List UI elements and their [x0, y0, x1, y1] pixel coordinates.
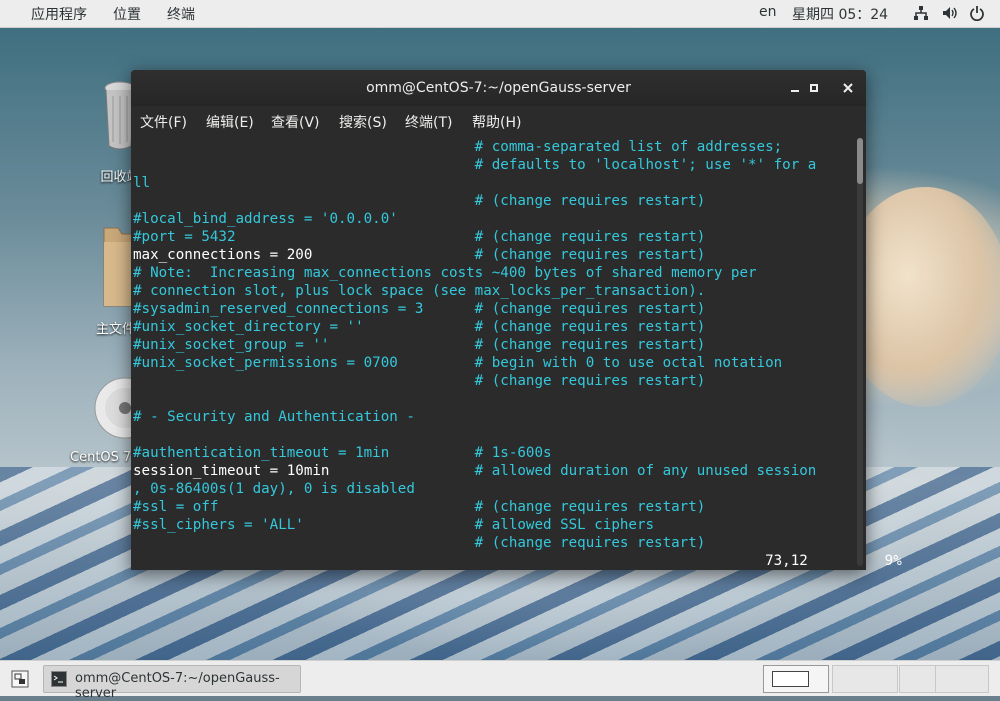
bottom-taskbar: omm@CentOS-7:~/openGauss-server: [0, 660, 1000, 701]
terminal-setting-text: session_timeout = 10min: [133, 463, 330, 479]
close-icon[interactable]: [840, 80, 856, 96]
terminal-line: max_connections = 200 # (change requires…: [133, 246, 705, 264]
terminal-line: # comma-separated list of addresses;: [133, 138, 783, 156]
terminal-line: #port = 5432 # (change requires restart): [133, 228, 705, 246]
menu-terminal[interactable]: 终端(T): [405, 112, 452, 132]
terminal-comment-text: #local_bind_address = '0.0.0.0': [133, 211, 398, 227]
terminal-line: #unix_socket_directory = '' # (change re…: [133, 318, 705, 336]
workspace-4[interactable]: [935, 665, 989, 693]
terminal-comment-text: # connection slot, plus lock space (see …: [133, 283, 706, 299]
terminal-comment-text: # (change requires restart): [312, 247, 706, 263]
places-menu[interactable]: 位置: [113, 4, 141, 24]
input-language-indicator[interactable]: en: [759, 4, 777, 20]
terminal-window[interactable]: omm@CentOS-7:~/openGauss-server 文件(F) 编辑…: [131, 70, 902, 570]
menu-view[interactable]: 查看(V): [271, 112, 320, 132]
terminal-menubar: 文件(F) 编辑(E) 查看(V) 搜索(S) 终端(T) 帮助(H): [131, 106, 866, 134]
terminal-line: # (change requires restart): [133, 534, 706, 552]
terminal-comment-text: #authentication_timeout = 1min # 1s-600s: [133, 445, 552, 461]
terminal-comment-text: , 0s-86400s(1 day), 0 is disabled: [133, 481, 415, 497]
workspace-window-thumb: [772, 671, 809, 687]
taskbar-terminal-button[interactable]: omm@CentOS-7:~/openGauss-server: [43, 665, 301, 701]
network-icon[interactable]: [913, 5, 929, 21]
terminal-comment-text: # (change requires restart): [133, 193, 706, 209]
terminal-line: # Note: Increasing max_connections costs…: [133, 264, 757, 282]
terminal-comment-text: # Note: Increasing max_connections costs…: [133, 265, 757, 281]
show-desktop-icon[interactable]: [11, 670, 29, 688]
window-title: omm@CentOS-7:~/openGauss-server: [366, 80, 631, 96]
terminal-comment-text: ll: [133, 175, 151, 191]
terminal-comment-text: #ssl = off # (change requires restart): [133, 499, 706, 515]
maximize-icon[interactable]: [806, 80, 822, 96]
terminal-comment-text: # - Security and Authentication -: [133, 409, 415, 425]
terminal-line: ll: [133, 174, 150, 192]
clock[interactable]: 星期四 05：24: [792, 4, 888, 24]
volume-icon[interactable]: [942, 5, 958, 21]
menu-file[interactable]: 文件(F): [140, 112, 187, 132]
workspace-1[interactable]: [763, 665, 829, 693]
terminal-setting-text: 73,12 9%: [133, 553, 902, 569]
scrollbar-thumb[interactable]: [857, 138, 863, 184]
terminal-icon: [51, 671, 67, 687]
terminal-comment-text: #unix_socket_permissions = 0700 # begin …: [133, 355, 783, 371]
terminal-line: #ssl_ciphers = 'ALL' # allowed SSL ciphe…: [133, 516, 654, 534]
workspace-2[interactable]: [832, 665, 898, 693]
menu-help[interactable]: 帮助(H): [472, 112, 521, 132]
terminal-setting-text: max_connections = 200: [133, 247, 313, 263]
terminal-line: # (change requires restart): [133, 192, 706, 210]
terminal-line: #ssl = off # (change requires restart): [133, 498, 705, 516]
terminal-comment-text: # (change requires restart): [133, 535, 706, 551]
terminal-line: # connection slot, plus lock space (see …: [133, 282, 705, 300]
terminal-comment-text: # (change requires restart): [133, 373, 706, 389]
terminal-line: #unix_socket_group = '' # (change requir…: [133, 336, 705, 354]
applications-menu[interactable]: 应用程序: [31, 4, 87, 24]
terminal-comment-text: #unix_socket_group = '' # (change requir…: [133, 337, 706, 353]
terminal-line: # - Security and Authentication -: [133, 408, 415, 426]
terminal-scrollbar[interactable]: [857, 138, 863, 566]
terminal-comment-text: #unix_socket_directory = '' # (change re…: [133, 319, 706, 335]
terminal-line: #authentication_timeout = 1min # 1s-600s: [133, 444, 552, 462]
terminal-line: #sysadmin_reserved_connections = 3 # (ch…: [133, 300, 705, 318]
terminal-comment-text: # comma-separated list of addresses;: [133, 139, 783, 155]
top-bar: 应用程序 位置 终端 en 星期四 05：24: [0, 0, 1000, 28]
terminal-comment-text: #sysadmin_reserved_connections = 3 # (ch…: [133, 301, 706, 317]
terminal-line: #unix_socket_permissions = 0700 # begin …: [133, 354, 782, 372]
terminal-app-menu[interactable]: 终端: [167, 4, 195, 24]
terminal-line: # defaults to 'localhost'; use '*' for a: [133, 156, 817, 174]
terminal-comment-text: #port = 5432 # (change requires restart): [133, 229, 706, 245]
terminal-comment-text: #ssl_ciphers = 'ALL' # allowed SSL ciphe…: [133, 517, 655, 533]
terminal-comment-text: # defaults to 'localhost'; use '*' for a: [133, 157, 817, 173]
taskbar-terminal-label: omm@CentOS-7:~/openGauss-server: [75, 671, 280, 701]
terminal-line: #local_bind_address = '0.0.0.0': [133, 210, 398, 228]
terminal-content[interactable]: # comma-separated list of addresses; # d…: [131, 134, 902, 570]
terminal-comment-text: # allowed duration of any unused session: [329, 463, 817, 479]
menu-search[interactable]: 搜索(S): [339, 112, 387, 132]
terminal-line: session_timeout = 10min # allowed durati…: [133, 462, 816, 480]
menu-edit[interactable]: 编辑(E): [206, 112, 254, 132]
power-icon[interactable]: [969, 5, 985, 21]
terminal-line: , 0s-86400s(1 day), 0 is disabled: [133, 480, 415, 498]
terminal-line: # (change requires restart): [133, 372, 706, 390]
terminal-line: 73,12 9%: [133, 552, 902, 570]
window-titlebar[interactable]: omm@CentOS-7:~/openGauss-server: [131, 70, 866, 106]
minimize-icon[interactable]: [787, 80, 803, 96]
